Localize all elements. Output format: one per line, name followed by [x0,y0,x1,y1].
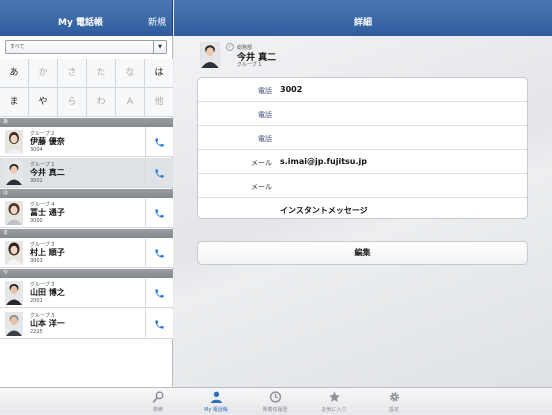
tab-my-phonebook[interactable]: My 電話帳 [186,388,246,415]
contact-name: 山本 洋一 [30,319,65,328]
gear-icon [389,392,400,402]
contact-name: 冨士 通子 [30,208,65,217]
kana-key-other[interactable]: 他 [145,88,173,117]
section-header-a: あ [0,118,173,127]
right-navbar: 詳細 [174,0,552,36]
tab-label: 検索 [152,407,163,413]
field-value: 3002 [280,85,303,94]
contact-row[interactable]: グループ 4 冨士 通子 3000 [0,198,173,228]
call-button[interactable] [145,278,173,308]
avatar [5,312,23,336]
detail-title: 詳細 [353,18,372,28]
tab-label: My 電話帳 [204,407,228,413]
phone-field-2[interactable]: 電話 [198,102,527,126]
contact-extension: 3004 [30,147,43,153]
kana-key-ra[interactable]: ら [58,88,87,117]
phone-icon [155,208,164,218]
section-header-ya: や [0,269,173,278]
tab-search[interactable]: 検索 [128,388,188,415]
contact-extension: 3003 [30,258,43,264]
field-label: メール [251,183,272,191]
tab-label: 発着信履歴 [262,407,288,413]
star-icon [329,391,340,402]
call-button[interactable] [145,309,173,339]
contact-row[interactable]: グループ 2 伊藤 優奈 3004 [0,127,173,157]
call-button[interactable] [145,238,173,268]
kana-key-ka[interactable]: か [29,59,58,88]
contact-row[interactable]: グループ 3 山本 洋一 2225 [0,309,173,339]
contact-list-pane: すべて ▼ あ か さ た な は ま や ら わ A 他 あ グループ 2 伊… [0,36,173,387]
instant-message-label: インスタントメッセージ [280,206,368,215]
contact-extension: 3002 [30,178,43,184]
edit-button[interactable]: 編集 [197,241,528,265]
phonebook-title: My 電話帳 [58,18,103,28]
detail-pane: ✓ 総務部 今井 真二 グループ 1 電話 3002 電話 電話 メール s.i… [174,36,552,387]
contact-name: 村上 順子 [30,248,65,257]
call-button[interactable] [145,158,173,188]
call-button[interactable] [145,127,173,157]
email-field-1[interactable]: メール s.imai@jp.fujitsu.jp [198,150,527,174]
search-icon [152,391,164,403]
contact-row-selected[interactable]: グループ 1 今井 真二 3002 [0,158,173,188]
kana-key-sa[interactable]: さ [58,59,87,88]
kana-key-ta[interactable]: た [87,59,116,88]
kana-key-ya[interactable]: や [29,88,58,117]
phone-icon [155,137,164,147]
group-filter-select[interactable]: すべて ▼ [5,40,167,54]
detail-avatar [200,42,220,68]
phone-field-3[interactable]: 電話 [198,126,527,150]
kana-key-alpha[interactable]: A [116,88,145,117]
tab-favorites[interactable]: お気に入り [304,388,364,415]
contact-name: 伊藤 優奈 [30,137,65,146]
kana-key-wa[interactable]: わ [87,88,116,117]
tab-bar: 検索 My 電話帳 発着信履歴 お気に入り 設定 [0,387,552,414]
field-label: 電話 [258,111,272,119]
kana-index: あ か さ た な は ま や ら わ A 他 [0,59,173,117]
avatar [5,161,23,185]
contact-extension: 3000 [30,218,43,224]
section-header-ma: ま [0,229,173,238]
field-value: s.imai@jp.fujitsu.jp [280,157,367,166]
avatar [5,201,23,225]
tab-label: お気に入り [321,407,347,413]
phone-icon [155,168,164,178]
contact-row[interactable]: グループ 3 村上 順子 3003 [0,238,173,268]
person-icon [211,391,222,403]
instant-message-row[interactable]: インスタントメッセージ [198,198,527,218]
tab-label: 設定 [388,407,399,413]
new-contact-button[interactable]: 新規 [148,15,166,28]
clock-icon [269,391,282,403]
email-field-2[interactable]: メール [198,174,527,198]
phone-icon [155,319,164,329]
phone-field-1[interactable]: 電話 3002 [198,78,527,102]
contact-name: 山田 博之 [30,288,65,297]
avatar [5,241,23,265]
avatar [5,130,23,154]
contact-extension: 2001 [30,298,43,304]
kana-key-a[interactable]: あ [0,59,29,88]
phone-icon [155,288,164,298]
field-label: メール [251,159,272,167]
kana-key-na[interactable]: な [116,59,145,88]
field-label: 電話 [258,87,272,95]
left-navbar: My 電話帳 新規 [0,0,173,36]
contact-name: 今井 真二 [30,168,65,177]
field-label: 電話 [258,135,272,143]
detail-group: グループ 1 [237,62,262,68]
favorite-check-icon[interactable]: ✓ [226,43,234,51]
contact-extension: 2225 [30,329,43,335]
kana-key-ha[interactable]: は [145,59,173,88]
tab-settings[interactable]: 設定 [364,388,424,415]
contact-info-card: 電話 3002 電話 電話 メール s.imai@jp.fujitsu.jp メ… [197,77,528,219]
tab-call-history[interactable]: 発着信履歴 [245,388,305,415]
contact-row[interactable]: グループ 3 山田 博之 2001 [0,278,173,308]
kana-key-ma[interactable]: ま [0,88,29,117]
section-header-ha: は [0,189,173,198]
avatar [5,281,23,305]
group-filter-value: すべて [10,44,25,50]
call-button[interactable] [145,198,173,228]
phone-icon [155,248,164,258]
dropdown-arrow-icon: ▼ [153,41,166,53]
